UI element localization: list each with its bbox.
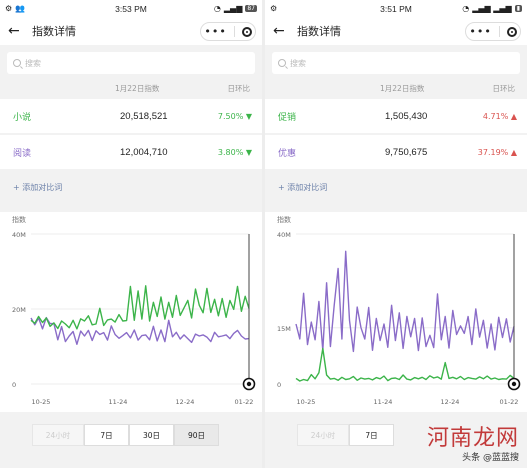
x-tick-label: 12-24 — [176, 398, 195, 406]
index-table: 1月22日指数 日环比 小说 20,518,521 7.50% ▼ 阅读 12,… — [0, 77, 262, 171]
x-tick-label: 01-22 — [500, 398, 519, 406]
back-arrow-icon[interactable]: ← — [273, 23, 291, 39]
keyword-value: 9,750,675 — [385, 146, 428, 158]
range-24h-button[interactable]: 24小时 — [32, 424, 84, 446]
change-header: 日环比 — [492, 83, 516, 93]
more-icon[interactable]: ••• — [469, 26, 491, 37]
chart-svg[interactable]: 40M 15M 0 10-25 11-24 12-24 01-22 — [265, 212, 527, 412]
table-header: 1月22日指数 日环比 — [0, 77, 262, 99]
series-line — [295, 250, 515, 353]
add-compare-link[interactable]: + 添加对比词 — [13, 182, 62, 193]
range-7d-button[interactable]: 7日 — [349, 424, 394, 446]
back-arrow-icon[interactable]: ← — [8, 23, 26, 39]
screen-right: ⚙ 3:51 PM ◔ ▂▄▆ ▂▄▆ ▮ ← 指数详情 ••• 搜索 1月22日指… — [265, 0, 527, 468]
nav-bar: ← 指数详情 ••• — [265, 17, 527, 45]
status-time: 3:53 PM — [115, 3, 147, 14]
down-arrow-icon: ▼ — [245, 111, 252, 121]
x-tick-label: 10-25 — [297, 398, 316, 406]
search-icon — [13, 59, 21, 67]
change-text: 37.19% — [477, 147, 509, 157]
keyword-name: 促销 — [278, 112, 297, 123]
status-time: 3:51 PM — [380, 3, 412, 14]
change-text: 3.80% — [217, 147, 244, 157]
keyword-value: 1,505,430 — [385, 110, 428, 122]
miniprogram-capsule: ••• — [465, 22, 521, 41]
cursor-marker-dot — [511, 381, 517, 387]
range-7d-button[interactable]: 7日 — [84, 424, 129, 446]
x-tick-label: 11-24 — [374, 398, 393, 406]
miniprogram-capsule: ••• — [200, 22, 256, 41]
range-selector: 24小时 7日 30日 90日 — [32, 424, 219, 446]
capsule-divider — [498, 26, 500, 37]
chart-svg[interactable]: 40M 20M 0 10-25 11-24 12-24 01-22 — [0, 212, 262, 412]
search-icon — [278, 59, 286, 67]
index-table: 1月22日指数 日环比 促销 1,505,430 4.71% ▲ 优惠 9,75… — [265, 77, 527, 171]
table-row[interactable]: 优惠 9,750,675 37.19% ▲ — [265, 135, 527, 169]
y-tick-label: 40M — [277, 231, 291, 239]
keyword-name: 阅读 — [13, 148, 32, 159]
more-icon[interactable]: ••• — [204, 26, 226, 37]
change-text: 7.50% — [217, 111, 244, 121]
range-24h-button[interactable]: 24小时 — [297, 424, 349, 446]
change-text: 4.71% — [482, 111, 509, 121]
table-row[interactable]: 小说 20,518,521 7.50% ▼ — [0, 99, 262, 133]
screen-left: ⚙ 👥 3:53 PM ◔ ▂▄▆ 87 ← 指数详情 ••• 搜索 1月22日指数 … — [0, 0, 262, 468]
series-line — [295, 347, 515, 382]
date-header: 1月22日指数 — [115, 83, 160, 93]
keyword-change: 37.19% ▲ — [478, 148, 517, 157]
close-target-icon[interactable] — [241, 26, 252, 37]
table-row[interactable]: 促销 1,505,430 4.71% ▲ — [265, 99, 527, 133]
page-title: 指数详情 — [32, 26, 76, 38]
trend-chart: 指数 40M 20M 0 10-25 11-24 12-24 01-22 — [0, 212, 262, 412]
status-bar: ⚙ 👥 3:53 PM ◔ ▂▄▆ 87 — [0, 0, 262, 17]
nav-bar: ← 指数详情 ••• — [0, 17, 262, 45]
keyword-value: 12,004,710 — [120, 146, 168, 158]
capsule-divider — [233, 26, 235, 37]
table-row[interactable]: 阅读 12,004,710 3.80% ▼ — [0, 135, 262, 169]
search-placeholder: 搜索 — [290, 58, 306, 68]
range-selector: 24小时 7日 — [297, 424, 394, 446]
date-header: 1月22日指数 — [380, 83, 425, 93]
cursor-marker-dot — [246, 381, 252, 387]
page-title: 指数详情 — [297, 26, 341, 38]
y-tick-label: 40M — [12, 231, 26, 239]
close-target-icon[interactable] — [506, 26, 517, 37]
x-tick-label: 12-24 — [441, 398, 460, 406]
x-tick-label: 11-24 — [109, 398, 128, 406]
table-header: 1月22日指数 日环比 — [265, 77, 527, 99]
up-arrow-icon: ▲ — [510, 111, 517, 121]
add-compare-link[interactable]: + 添加对比词 — [278, 182, 327, 193]
search-placeholder: 搜索 — [25, 58, 41, 68]
keyword-name: 优惠 — [278, 148, 297, 159]
series-line — [30, 285, 250, 330]
up-arrow-icon: ▲ — [510, 147, 517, 157]
y-tick-label: 15M — [277, 325, 291, 333]
range-90d-button[interactable]: 90日 — [174, 424, 219, 446]
y-tick-label: 0 — [12, 381, 16, 389]
x-tick-label: 01-22 — [235, 398, 254, 406]
watermark-text: 河南龙网 — [426, 425, 519, 450]
search-input[interactable]: 搜索 — [7, 52, 255, 74]
down-arrow-icon: ▼ — [245, 147, 252, 157]
status-bar: ⚙ 3:51 PM ◔ ▂▄▆ ▂▄▆ ▮ — [265, 0, 527, 17]
trend-chart: 指数 40M 15M 0 10-25 11-24 12-24 01-22 — [265, 212, 527, 412]
keyword-change: 4.71% ▲ — [483, 112, 517, 121]
x-tick-label: 10-25 — [32, 398, 51, 406]
y-tick-label: 20M — [12, 306, 26, 314]
keyword-change: 3.80% ▼ — [218, 148, 252, 157]
series-line — [30, 316, 250, 346]
watermark: 河南龙网 头条 @蓝蓝搜 — [427, 420, 519, 463]
keyword-change: 7.50% ▼ — [218, 112, 252, 121]
range-30d-button[interactable]: 30日 — [129, 424, 174, 446]
keyword-value: 20,518,521 — [120, 110, 168, 122]
change-header: 日环比 — [227, 83, 251, 93]
keyword-name: 小说 — [13, 112, 32, 123]
search-input[interactable]: 搜索 — [272, 52, 520, 74]
y-tick-label: 0 — [277, 381, 281, 389]
